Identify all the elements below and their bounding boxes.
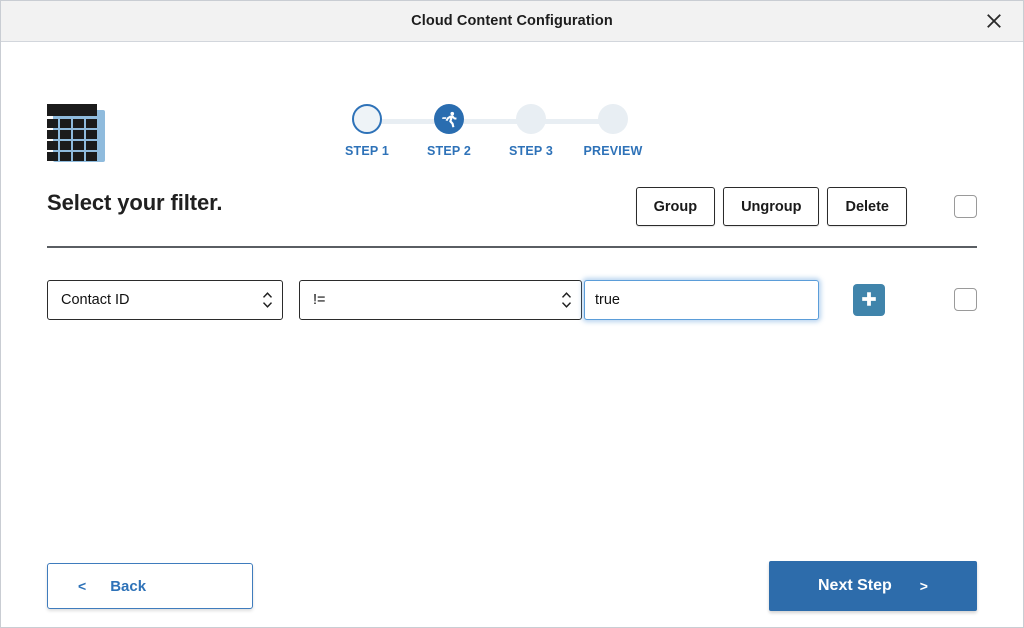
stepper-label-step-3: STEP 3 <box>508 144 554 158</box>
stepper-item-step-3[interactable]: STEP 3 <box>501 102 561 158</box>
next-step-button[interactable]: Next Step > <box>769 561 977 611</box>
back-button-label: Back <box>110 577 147 595</box>
filter-field-value: Contact ID <box>61 292 130 308</box>
configuration-dialog: Cloud Content Configuration STEP 1 STEP … <box>0 0 1024 628</box>
close-icon <box>985 12 1003 30</box>
close-button[interactable] <box>973 1 1015 41</box>
table-grid-icon <box>47 104 111 166</box>
dialog-titlebar: Cloud Content Configuration <box>1 1 1023 42</box>
group-button[interactable]: Group <box>635 187 716 226</box>
stepper-item-step-2[interactable]: STEP 2 <box>419 102 479 158</box>
stepper-label-step-2: STEP 2 <box>426 144 472 158</box>
stepper-item-preview[interactable]: PREVIEW <box>583 102 643 158</box>
stepper-track <box>367 119 615 124</box>
stepper-label-step-1: STEP 1 <box>344 144 390 158</box>
plus-icon <box>860 290 878 311</box>
dialog-title: Cloud Content Configuration <box>411 13 613 29</box>
filter-operator-select[interactable]: != <box>299 280 582 320</box>
chevron-right-icon: > <box>919 578 928 594</box>
heading-row: Select your filter. Group Ungroup Delete <box>47 187 977 233</box>
section-divider <box>47 246 977 248</box>
chevron-updown-icon <box>561 292 572 309</box>
wizard-stepper: STEP 1 STEP 2 STEP 3 PREVIEW <box>341 102 643 164</box>
ungroup-button[interactable]: Ungroup <box>723 187 820 226</box>
empty-circle-icon <box>352 104 382 134</box>
runner-icon <box>434 104 464 134</box>
stepper-label-preview: PREVIEW <box>583 144 643 158</box>
next-step-label: Next Step <box>818 577 892 594</box>
page-title: Select your filter. <box>47 190 223 215</box>
filter-row: Contact ID != <box>47 280 977 320</box>
chevron-left-icon: < <box>78 578 87 594</box>
add-filter-button[interactable] <box>853 284 885 316</box>
empty-circle-icon <box>598 104 628 134</box>
filter-action-buttons: Group Ungroup Delete <box>635 187 907 226</box>
back-button[interactable]: < Back <box>47 563 253 609</box>
filter-row-checkbox[interactable] <box>954 288 977 311</box>
delete-button[interactable]: Delete <box>827 187 907 226</box>
dialog-body: STEP 1 STEP 2 STEP 3 PREVIEW Select your… <box>1 42 1023 627</box>
dialog-footer: < Back Next Step > <box>47 561 977 611</box>
filter-operator-value: != <box>313 292 326 308</box>
stepper-item-step-1[interactable]: STEP 1 <box>337 102 397 158</box>
filter-field-select[interactable]: Contact ID <box>47 280 283 320</box>
empty-circle-icon <box>516 104 546 134</box>
filter-value-input[interactable] <box>584 280 819 320</box>
select-all-checkbox[interactable] <box>954 195 977 218</box>
chevron-updown-icon <box>262 292 273 309</box>
